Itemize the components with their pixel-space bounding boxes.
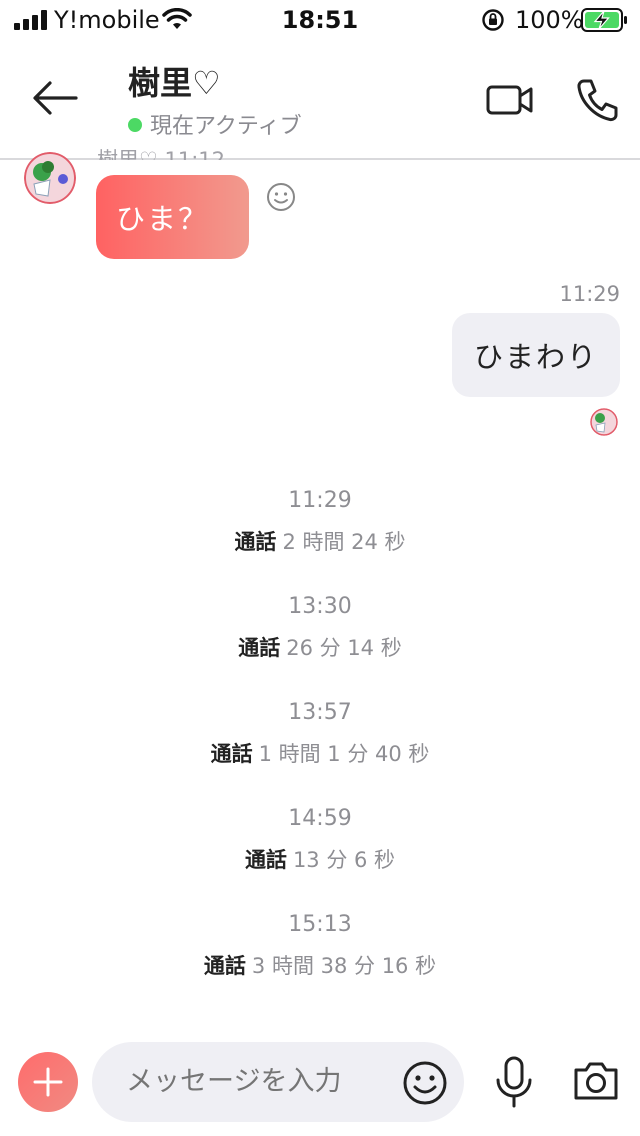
outgoing-message-bubble[interactable]: ひまわり <box>452 313 620 397</box>
sender-label: 樹里♡ 11:12 <box>97 148 226 160</box>
phone-icon[interactable] <box>576 78 618 122</box>
call-duration: 1 時間 1 分 40 秒 <box>258 742 430 766</box>
call-time: 15:13 <box>288 912 352 937</box>
call-time: 13:57 <box>288 700 352 725</box>
message-input[interactable] <box>126 1066 386 1097</box>
call-label: 通話 <box>210 742 253 766</box>
call-duration: 3 時間 38 分 16 秒 <box>251 954 437 978</box>
rotation-lock-icon <box>482 9 504 31</box>
call-entry: 通話 2 時間 24 秒 <box>0 526 640 556</box>
battery-charging-icon <box>581 8 627 32</box>
smiley-icon[interactable] <box>402 1060 448 1106</box>
avatar[interactable] <box>24 152 76 204</box>
message-timestamp: 11:29 <box>559 282 620 306</box>
status-bar: Y!mobile 18:51 100% <box>0 0 640 42</box>
call-entry: 通話 3 時間 38 分 16 秒 <box>0 950 640 980</box>
active-status-text: 現在アクティブ <box>150 114 302 139</box>
call-label: 通話 <box>244 848 287 872</box>
call-entry: 通話 1 時間 1 分 40 秒 <box>0 738 640 768</box>
arrow-left-icon[interactable] <box>30 78 80 118</box>
call-time: 14:59 <box>288 806 352 831</box>
call-entry: 通話 26 分 14 秒 <box>0 632 640 662</box>
call-duration: 13 分 6 秒 <box>292 848 396 872</box>
call-time: 13:30 <box>288 594 352 619</box>
call-duration: 2 時間 24 秒 <box>282 530 406 554</box>
chat-header: 樹里♡ 現在アクティブ <box>0 42 640 160</box>
active-dot <box>128 118 142 132</box>
camera-icon[interactable] <box>572 1060 620 1102</box>
smiley-icon[interactable] <box>266 182 296 212</box>
video-camera-icon[interactable] <box>486 82 534 118</box>
call-label: 通話 <box>234 530 277 554</box>
call-duration: 26 分 14 秒 <box>286 636 402 660</box>
battery-percentage: 100% <box>515 6 584 34</box>
call-time: 11:29 <box>288 488 352 513</box>
call-label: 通話 <box>203 954 246 978</box>
read-receipt-avatar <box>590 408 618 436</box>
active-status: 現在アクティブ <box>128 108 302 140</box>
microphone-icon[interactable] <box>494 1056 534 1108</box>
incoming-message-bubble[interactable]: ひま？ <box>96 175 249 259</box>
plus-icon[interactable] <box>18 1052 78 1112</box>
call-label: 通話 <box>238 636 281 660</box>
call-entry: 通話 13 分 6 秒 <box>0 844 640 874</box>
contact-name[interactable]: 樹里♡ <box>128 58 221 104</box>
